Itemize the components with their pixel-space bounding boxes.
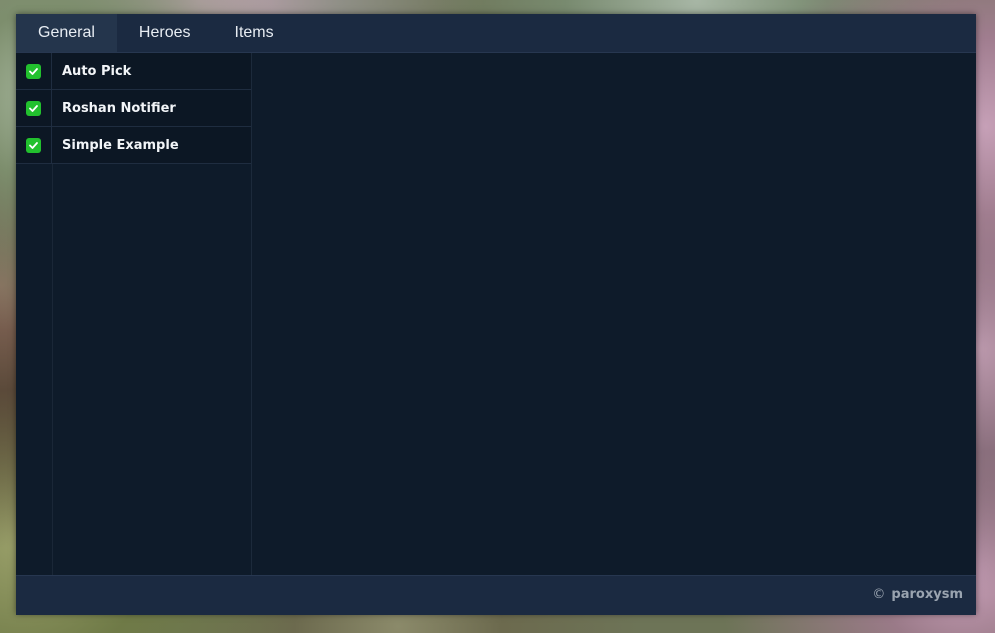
tab-general[interactable]: General [16,14,117,52]
enable-checkbox[interactable] [26,100,41,116]
enable-checkbox[interactable] [26,137,41,153]
checkbox-cell [16,127,52,163]
footer-bar: © paroxysm [16,575,976,615]
enable-checkbox[interactable] [26,63,41,79]
script-list: Auto Pick Roshan Notifier Simple Example [16,53,252,576]
check-icon [29,67,38,75]
script-item-simple-example[interactable]: Simple Example [16,127,251,164]
check-icon [29,141,38,149]
script-item-label: Auto Pick [62,63,132,79]
script-item-label: Roshan Notifier [62,100,176,116]
script-item-label: Simple Example [62,137,179,153]
tab-bar: General Heroes Items [16,14,976,53]
tab-items[interactable]: Items [213,14,296,52]
copyright-notice: © paroxysm [872,587,963,602]
checkbox-cell [16,53,52,89]
checkbox-cell [16,90,52,126]
check-icon [29,104,38,112]
script-item-roshan-notifier[interactable]: Roshan Notifier [16,90,251,127]
settings-panel: General Heroes Items Auto Pick Roshan No… [16,14,976,615]
copyright-symbol: © [872,587,886,602]
author-name: paroxysm [891,587,963,602]
tab-heroes[interactable]: Heroes [117,14,213,52]
script-item-auto-pick[interactable]: Auto Pick [16,53,251,90]
